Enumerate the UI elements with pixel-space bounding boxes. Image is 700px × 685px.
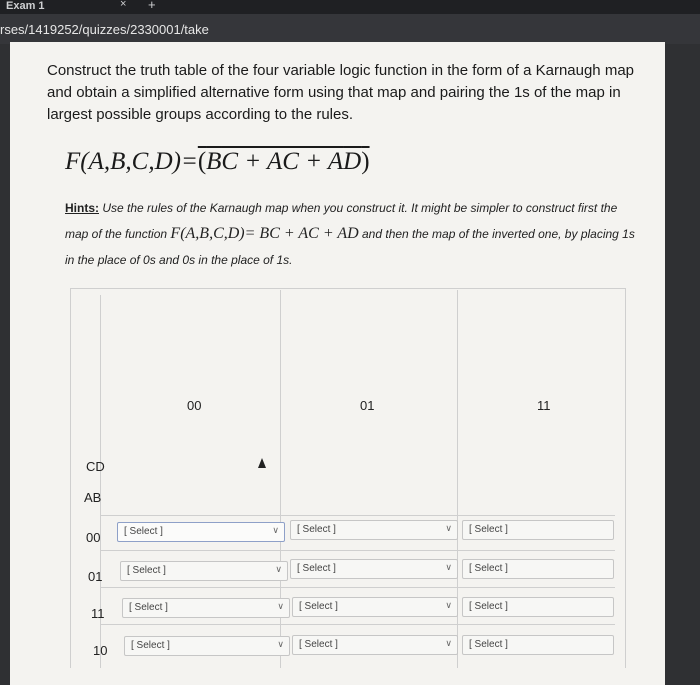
kmap-col-header: 01 xyxy=(360,398,375,413)
kmap-top-border xyxy=(70,288,625,289)
kmap-divider xyxy=(100,624,615,625)
kmap-select[interactable]: [ Select ] xyxy=(462,559,614,579)
hints-paragraph: Hints: Use the rules of the Karnaugh map… xyxy=(65,195,635,273)
chevron-down-icon: ∨ xyxy=(277,639,284,649)
kmap-divider xyxy=(100,515,615,516)
chevron-down-icon: ∨ xyxy=(277,601,284,611)
kmap-select[interactable]: [ Select ] ∨ xyxy=(292,635,458,655)
mouse-cursor-icon xyxy=(258,458,266,468)
question-text: Construct the truth table of the four va… xyxy=(47,62,634,123)
kmap-row-label: 11 xyxy=(91,606,105,621)
kmap-select[interactable]: [ Select ] xyxy=(462,597,614,617)
chevron-down-icon: ∨ xyxy=(445,600,452,610)
kmap-select[interactable]: [ Select ] xyxy=(462,635,614,655)
question-formula: F(A,B,C,D)=(BC + AC + AD) xyxy=(65,148,370,176)
kmap-select[interactable]: [ Select ] xyxy=(462,520,614,540)
tab-title[interactable]: Exam 1 xyxy=(6,0,45,12)
kmap-divider xyxy=(625,288,626,668)
url-text[interactable]: rses/1419252/quizzes/2330001/take xyxy=(0,22,209,37)
formula-lhs: F(A,B,C,D)= xyxy=(65,148,198,175)
kmap-select[interactable]: [ Select ] ∨ xyxy=(290,520,458,540)
chevron-down-icon: ∨ xyxy=(445,638,452,648)
chevron-down-icon: ∨ xyxy=(275,564,282,574)
kmap-col-header: 11 xyxy=(537,398,551,413)
kmap-ab-label: AB xyxy=(84,490,102,505)
tab-close-icon[interactable]: × xyxy=(120,0,126,10)
chevron-down-icon: ∨ xyxy=(272,525,279,535)
kmap-divider xyxy=(100,587,615,588)
kmap-select[interactable]: [ Select ] ∨ xyxy=(117,522,285,542)
kmap-col-header: 00 xyxy=(187,398,202,413)
formula-rhs: (BC + AC + AD) xyxy=(197,148,370,175)
kmap-select[interactable]: [ Select ] ∨ xyxy=(120,561,288,581)
new-tab-icon[interactable]: + xyxy=(148,0,156,12)
kmap-divider xyxy=(70,288,71,668)
kmap-row-label: 00 xyxy=(86,530,101,545)
kmap-select[interactable]: [ Select ] ∨ xyxy=(292,597,458,617)
kmap-row-label: 10 xyxy=(93,643,108,658)
kmap-select[interactable]: [ Select ] ∨ xyxy=(290,559,458,579)
address-bar[interactable]: rses/1419252/quizzes/2330001/take xyxy=(0,14,700,44)
kmap-select[interactable]: [ Select ] ∨ xyxy=(124,636,290,656)
browser-tab-bar: Exam 1 × + xyxy=(0,0,700,14)
chevron-down-icon: ∨ xyxy=(445,523,452,533)
hints-label: Hints: xyxy=(65,201,99,215)
kmap-row-label: 01 xyxy=(88,569,103,584)
chevron-down-icon: ∨ xyxy=(445,562,452,572)
quiz-page xyxy=(10,42,665,685)
kmap-select[interactable]: [ Select ] ∨ xyxy=(122,598,290,618)
hints-formula: F(A,B,C,D)= BC + AC + AD xyxy=(170,225,359,242)
kmap-cd-label: CD xyxy=(86,459,105,474)
kmap-divider xyxy=(100,550,615,551)
